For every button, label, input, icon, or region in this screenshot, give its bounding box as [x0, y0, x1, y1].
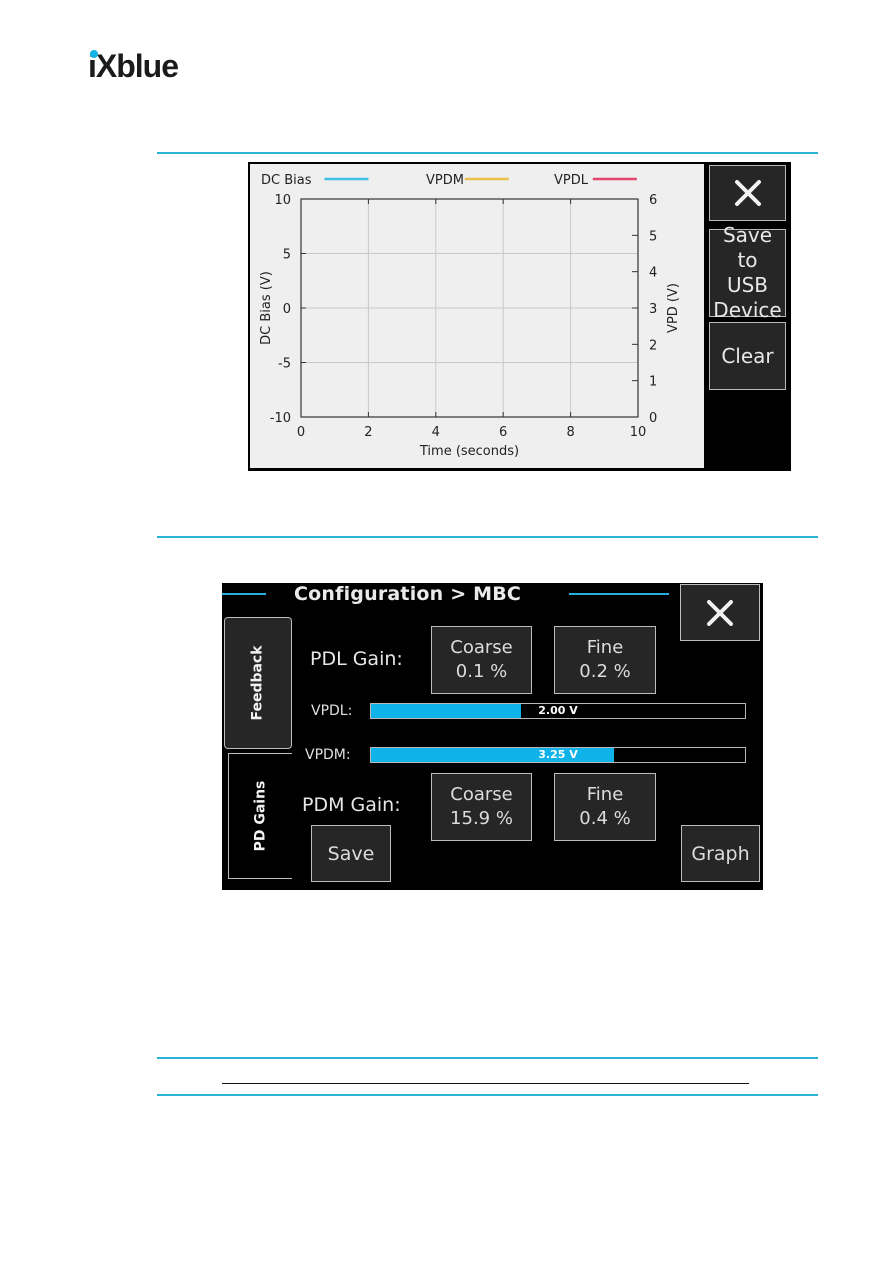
pdl-fine-value: 0.2 % — [579, 661, 631, 682]
vpdl-label: VPDL: — [311, 703, 353, 719]
y2-tick-label: 1 — [649, 375, 657, 390]
vpdm-label: VPDM: — [305, 747, 351, 763]
section-divider-middle — [157, 536, 818, 538]
title-line-right — [569, 593, 669, 595]
close-icon — [734, 180, 761, 206]
y-tick-label: 10 — [274, 193, 291, 208]
pdm-coarse-label: Coarse — [450, 784, 513, 805]
legend-label: DC Bias — [261, 173, 312, 188]
x-tick-label: 8 — [566, 425, 574, 440]
x-tick-label: 4 — [432, 425, 440, 440]
pdl-gain-label: PDL Gain: — [310, 648, 403, 670]
y-tick-label: -5 — [278, 357, 291, 372]
logo-dot-icon — [90, 50, 98, 58]
pdm-fine-value: 0.4 % — [579, 808, 631, 829]
pdm-gain-label: PDM Gain: — [302, 794, 401, 816]
pdl-coarse-value: 0.1 % — [455, 661, 508, 682]
pdm-fine-label: Fine — [586, 784, 624, 805]
save-usb-label-2: USB — [726, 273, 769, 297]
section-divider-bottom — [157, 1094, 818, 1096]
x-tick-label: 2 — [364, 425, 372, 440]
title-line-left — [222, 593, 266, 595]
footnote-rule — [222, 1083, 749, 1084]
pdl-fine-label: Fine — [586, 637, 624, 658]
x-tick-label: 0 — [297, 425, 305, 440]
tab-pd-gains-label: PD Gains — [252, 780, 269, 852]
vpdl-value: 2.00 V — [538, 704, 578, 717]
y-tick-label: 5 — [283, 248, 291, 263]
section-divider-top — [157, 152, 818, 154]
logo-text: iXblue — [88, 48, 179, 84]
y-axis-label: DC Bias (V) — [259, 271, 274, 345]
clear-button[interactable]: Clear — [709, 322, 786, 390]
pdm-coarse-value: 15.9 % — [450, 808, 513, 829]
chart-panel: 0 2 4 6 8 10 10 5 0 -5 -10 6 5 4 3 2 1 0 Time (seconds) DC … — [250, 164, 704, 468]
close-config-button[interactable] — [680, 584, 760, 641]
close-icon — [707, 599, 733, 626]
ixblue-logo: iXblue — [88, 48, 179, 84]
close-graph-button[interactable] — [709, 165, 786, 221]
config-screen: Configuration > MBC Feedback PD Gains PD… — [222, 583, 763, 890]
y-tick-label: -10 — [270, 411, 291, 426]
pdl-fine-button[interactable]: Fine 0.2 % — [554, 626, 656, 694]
y2-tick-label: 6 — [649, 193, 657, 208]
y2-axis-label: VPD (V) — [666, 283, 681, 333]
page-title: Configuration > MBC — [294, 583, 522, 605]
vpdl-bar: 2.00 V — [370, 703, 746, 719]
y2-tick-label: 4 — [649, 266, 657, 281]
pdm-fine-button[interactable]: Fine 0.4 % — [554, 773, 656, 841]
x-tick-label: 6 — [499, 425, 507, 440]
section-divider-lower — [157, 1057, 818, 1059]
y-tick-label: 0 — [283, 302, 291, 317]
y2-tick-label: 5 — [649, 229, 657, 244]
clear-label: Clear — [721, 343, 774, 368]
save-label: Save — [327, 842, 375, 865]
tab-feedback-label: Feedback — [250, 645, 266, 721]
save-usb-label-3: Device — [713, 298, 782, 322]
tab-feedback[interactable]: Feedback — [224, 617, 292, 749]
pdm-coarse-button[interactable]: Coarse 15.9 % — [431, 773, 532, 841]
chart: 0 2 4 6 8 101050-5-106543210Time (seconds)DC … — [259, 173, 681, 459]
y2-tick-label: 0 — [649, 411, 657, 426]
y2-tick-label: 2 — [649, 338, 657, 353]
save-usb-label-1: Save to — [722, 223, 773, 272]
graph-screen: 0 2 4 6 8 10 10 5 0 -5 -10 6 5 4 3 2 1 0 Time (seconds) DC … — [248, 162, 791, 471]
x-tick-label: 10 — [630, 425, 647, 440]
y2-tick-label: 3 — [649, 302, 657, 317]
graph-button[interactable]: Graph — [681, 825, 760, 882]
vpdm-value: 3.25 V — [538, 748, 578, 761]
legend-label: VPDM — [426, 173, 464, 188]
graph-label: Graph — [691, 842, 750, 865]
legend-label: VPDL — [554, 173, 589, 188]
save-button[interactable]: Save — [311, 825, 391, 882]
x-axis-label: Time (seconds) — [419, 444, 519, 459]
vpdm-bar: 3.25 V — [370, 747, 746, 763]
pdl-coarse-button[interactable]: Coarse 0.1 % — [431, 626, 532, 694]
pdl-coarse-label: Coarse — [450, 637, 513, 658]
tab-pd-gains[interactable]: PD Gains — [228, 753, 292, 879]
save-to-usb-button[interactable]: Save to USB Device — [709, 223, 786, 322]
